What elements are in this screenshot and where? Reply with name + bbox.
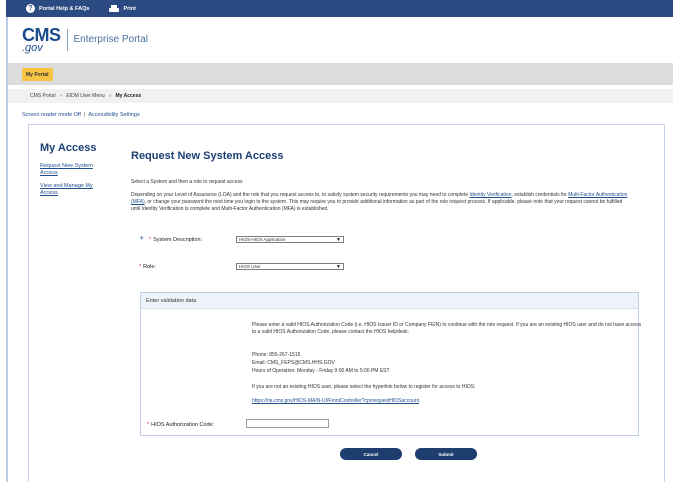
- tab-strip: My Portal: [8, 63, 673, 85]
- role-row: * Role:: [139, 264, 156, 270]
- top-utility-bar: ? Portal Help & FAQs Print: [6, 0, 673, 17]
- cancel-button[interactable]: Cancel: [340, 448, 402, 460]
- sidebar-title: My Access: [40, 142, 97, 154]
- role-value: HIOS User: [239, 264, 261, 269]
- validation-header: Enter validation data: [141, 293, 638, 309]
- loa-text-1: Depending on your Level of Assurance (LO…: [131, 192, 469, 198]
- print-link[interactable]: Print: [109, 4, 136, 13]
- identity-verification-link[interactable]: Identity Verification: [470, 192, 512, 198]
- auth-code-label-row: * HIOS Authorization Code:: [147, 422, 214, 428]
- role-label: Role:: [143, 264, 156, 270]
- breadcrumb-eidm-menu[interactable]: EIDM User Menu: [66, 93, 104, 99]
- printer-icon: [109, 4, 120, 13]
- auth-code-input[interactable]: [246, 419, 329, 428]
- question-circle-icon: ?: [26, 4, 35, 13]
- portal-help-link[interactable]: ? Portal Help & FAQs: [26, 4, 89, 13]
- helpdesk-email: Email: CMS_FEPS@CMS.HHS.GOV: [252, 360, 335, 366]
- portal-name: Enterprise Portal: [73, 34, 148, 45]
- helpdesk-phone: Phone: 855-267-1515: [252, 352, 301, 358]
- page-title: Request New System Access: [131, 150, 284, 162]
- system-description-select[interactable]: HIOS-HIOS Application ▼: [236, 236, 344, 243]
- loa-text-2: , establish credentials for: [511, 192, 567, 198]
- sidebar-item-manage-access[interactable]: View and Manage My Access: [40, 183, 110, 197]
- system-description-value: HIOS-HIOS Application: [239, 237, 286, 242]
- system-description-label: System Description:: [153, 237, 203, 243]
- request-access-content: Request New System Access Select a Syste…: [131, 150, 641, 213]
- breadcrumb-my-access: My Access: [115, 93, 142, 99]
- helpdesk-hours: Hours of Operation: Monday - Friday 9:00…: [252, 368, 390, 374]
- hios-register-link[interactable]: https://ria.cms.gov/HIOS-MAIN-UI/FrontCo…: [252, 398, 419, 404]
- accessibility-settings-link[interactable]: Accessibility Settings: [88, 112, 139, 118]
- submit-button[interactable]: Submit: [415, 448, 477, 460]
- required-marker: *: [139, 264, 142, 270]
- required-marker: *: [147, 422, 150, 428]
- sidebar-item-request-access[interactable]: Request New System Access: [40, 163, 110, 177]
- loa-paragraph: Depending on your Level of Assurance (LO…: [131, 192, 631, 213]
- sidebar: My Access Request New System Access View…: [40, 142, 110, 203]
- cms-logo[interactable]: CMS .gov Enterprise Portal: [22, 25, 148, 54]
- logo-gov-text: .gov: [22, 42, 43, 54]
- auth-code-label: HIOS Authorization Code:: [151, 422, 215, 428]
- loa-text-3: , or change your password the next time …: [131, 199, 623, 212]
- breadcrumb: CMS Portal » EIDM User Menu » My Access: [8, 89, 673, 103]
- logo-cms-text: CMS: [22, 25, 61, 45]
- role-select[interactable]: HIOS User ▼: [236, 263, 344, 270]
- portal-help-label: Portal Help & FAQs: [39, 5, 90, 12]
- chevron-down-icon: ▼: [336, 264, 341, 270]
- required-marker: *: [149, 237, 152, 243]
- chevron-down-icon: ▼: [336, 237, 341, 243]
- accessibility-divider: |: [83, 112, 86, 118]
- tab-my-portal[interactable]: My Portal: [22, 68, 53, 81]
- system-description-row: * System Description:: [149, 237, 202, 243]
- breadcrumb-separator: »: [108, 93, 112, 99]
- site-header: CMS .gov Enterprise Portal: [8, 17, 673, 63]
- screen-reader-toggle[interactable]: Screen reader mode Off: [22, 112, 81, 118]
- breadcrumb-separator: »: [59, 93, 63, 99]
- register-instructions: If you are not an existing HIOS user, pl…: [252, 384, 476, 390]
- hios-instructions: Please enter a valid HIOS Authorization …: [252, 322, 642, 335]
- instruction-text: Select a System and then a role to reque…: [131, 179, 243, 185]
- breadcrumb-cms-portal[interactable]: CMS Portal: [30, 93, 56, 99]
- logo-divider: [66, 29, 68, 51]
- accessibility-links: Screen reader mode Off | Accessibility S…: [22, 112, 140, 118]
- print-label: Print: [123, 5, 136, 12]
- plus-icon[interactable]: +: [140, 236, 144, 242]
